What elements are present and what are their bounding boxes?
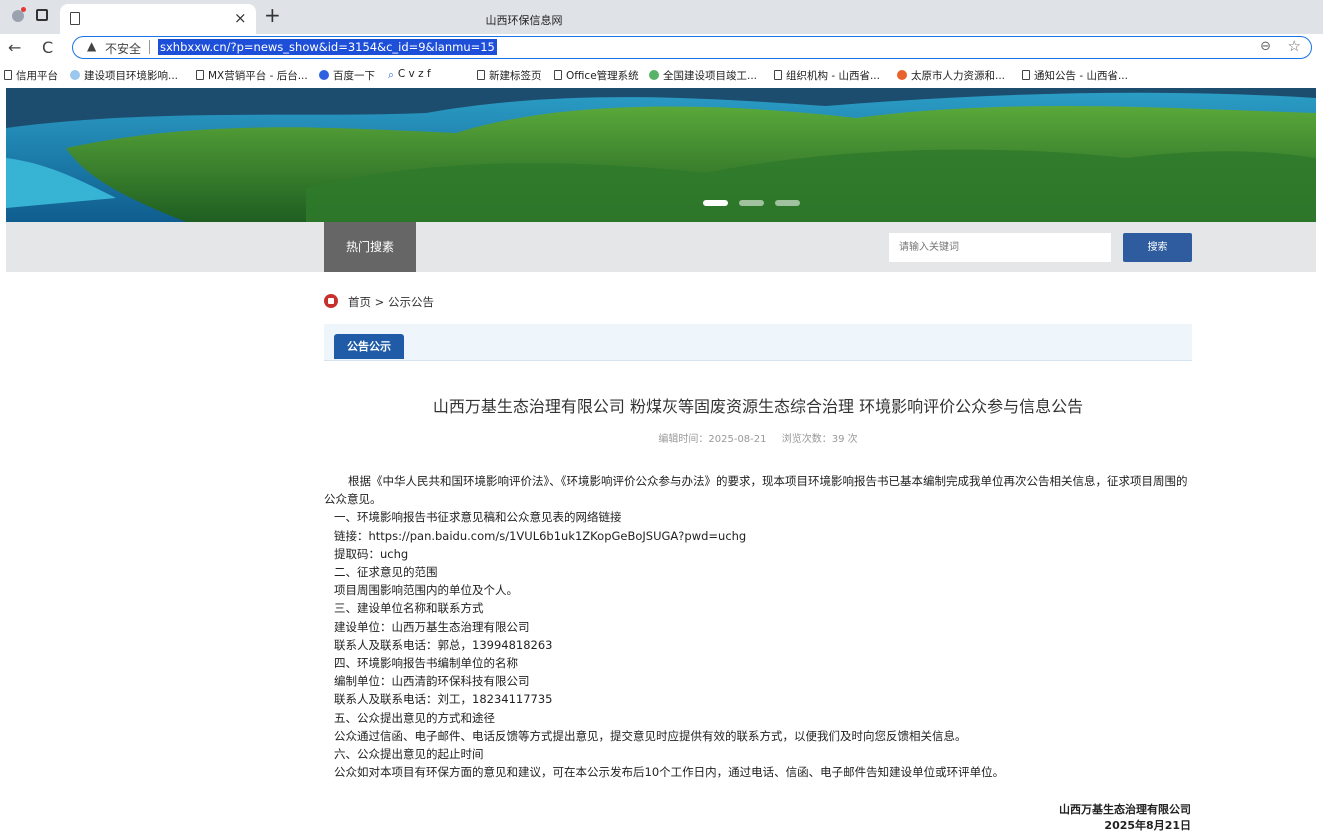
bookmark-item[interactable]: 新建标签页 <box>477 68 542 83</box>
globe-icon <box>649 70 659 80</box>
new-tab-button[interactable]: + <box>264 3 281 27</box>
home-icon[interactable] <box>324 294 338 308</box>
article-line: 联系人及联系电话：郭总，13994818263 <box>334 637 553 652</box>
bookmark-item[interactable]: 组织机构 - 山西省... <box>774 68 880 83</box>
zoom-icon[interactable]: ⊖ <box>1260 39 1271 54</box>
page-icon <box>1022 70 1030 80</box>
bookmark-item[interactable]: Office管理系统 <box>554 68 639 83</box>
carousel-dot[interactable] <box>775 200 800 206</box>
article-line: 六、公众提出意见的起止时间 <box>334 747 484 762</box>
emblem-icon <box>897 70 907 80</box>
article-link-line[interactable]: 链接：https://pan.baidu.com/s/1VUL6b1uk1ZKo… <box>324 527 1194 545</box>
search-button[interactable]: 搜索 <box>1123 233 1192 262</box>
signature-company: 山西万基生态治理有限公司 <box>1059 803 1191 816</box>
breadcrumb-current[interactable]: 公示公告 <box>388 295 434 309</box>
bookmark-item[interactable]: 建设项目环境影响... <box>70 68 178 83</box>
article-line: 五、公众提出意见的方式和途径 <box>334 710 495 725</box>
notification-dot <box>21 7 26 12</box>
article-line: 二、征求意见的范围 <box>334 565 438 580</box>
article-title: 山西万基生态治理有限公司 粉煤灰等固废资源生态综合治理 环境影响评价公众参与信息… <box>432 397 1084 416</box>
warning-icon[interactable]: ▲ <box>87 39 96 53</box>
page-icon <box>4 70 12 80</box>
security-label[interactable]: 不安全 <box>105 40 141 57</box>
bookmark-item[interactable]: 太原市人力资源和... <box>897 68 1005 83</box>
signature-date: 2025年8月21日 <box>1104 819 1191 832</box>
page-icon <box>196 70 204 80</box>
address-row: ← C ▲ 不安全 sxhbxxw.cn/?p=news_show&id=315… <box>0 34 1323 62</box>
browser-tab-active[interactable]: 山西环保信息网 × <box>60 4 563 34</box>
section-header: 公告公示 <box>324 324 1192 361</box>
view-count: 浏览次数：39 次 <box>781 434 858 445</box>
bookmark-item[interactable]: ⌕ C v z f <box>388 68 431 81</box>
page-icon <box>774 70 782 80</box>
bookmark-item[interactable]: 通知公告 - 山西省... <box>1022 68 1128 83</box>
edit-time: 编辑时间：2025-08-21 <box>658 434 767 445</box>
article-line: 一、环境影响报告书征求意见稿和公众意见表的网络链接 <box>334 510 622 525</box>
new-tab-icon <box>477 70 485 80</box>
address-separator <box>149 40 150 54</box>
article-body: 根据《中华人民共和国环境影响评价法》、《环境影响评价公众参与办法》的要求，现本项… <box>324 472 1194 781</box>
browser-tab-strip: 山西环保信息网 × + <box>0 0 1323 34</box>
banner-landscape-image <box>6 88 1316 222</box>
article-line: 公众如对本项目有环保方面的意见和建议，可在本公示发布后10个工作日内，通过电话、… <box>334 765 1005 780</box>
bookmark-item[interactable]: 全国建设项目竣工... <box>649 68 757 83</box>
favorite-star-icon[interactable]: ☆ <box>1288 37 1301 55</box>
back-button[interactable]: ← <box>8 38 21 57</box>
breadcrumb-home[interactable]: 首页 <box>348 295 371 309</box>
article-line: 项目周围影响范围内的单位及个人。 <box>334 583 518 598</box>
hot-search-label[interactable]: 热门搜素 <box>324 222 416 272</box>
breadcrumb: 首页 > 公示公告 <box>324 294 434 310</box>
section-tab[interactable]: 公告公示 <box>334 334 404 359</box>
article-line: 联系人及联系电话：刘工，18234117735 <box>334 692 553 707</box>
carousel-dot[interactable] <box>739 200 764 206</box>
hero-banner <box>6 88 1316 222</box>
article-line: 公众通过信函、电子邮件、电话反馈等方式提出意见，提交意见时应提供有效的联系方式，… <box>334 728 967 743</box>
page-icon <box>554 70 562 80</box>
article-line: 三、建设单位名称和联系方式 <box>334 601 484 616</box>
address-bar[interactable]: ▲ 不安全 sxhbxxw.cn/?p=news_show&id=3154&c_… <box>72 36 1312 59</box>
search-icon: ⌕ <box>388 69 394 81</box>
carousel-dot-active[interactable] <box>703 200 728 206</box>
bookmarks-bar: 信用平台 建设项目环境影响... MX营销平台 - 后台... 百度一下 ⌕ C … <box>0 62 1323 88</box>
article-line: 提取码：uchg <box>334 546 409 561</box>
tab-actions-icon[interactable] <box>36 9 48 21</box>
search-strip: 热门搜素 搜索 <box>6 222 1316 272</box>
article-line: 建设单位：山西万基生态治理有限公司 <box>334 619 530 634</box>
article-line: 编制单位：山西清韵环保科技有限公司 <box>334 674 530 689</box>
article-line: 四、环境影响报告书编制单位的名称 <box>334 656 518 671</box>
globe-icon <box>70 70 80 80</box>
article-intro: 根据《中华人民共和国环境影响评价法》、《环境影响评价公众参与办法》的要求，现本项… <box>324 474 1188 507</box>
tab-title: 山西环保信息网 <box>485 14 563 27</box>
signature-block: 山西万基生态治理有限公司 2025年8月21日 <box>1059 802 1191 834</box>
baidu-icon <box>319 70 329 80</box>
bookmark-item[interactable]: MX营销平台 - 后台... <box>196 68 308 83</box>
article-meta: 编辑时间：2025-08-21 浏览次数：39 次 <box>324 430 1192 445</box>
bookmark-item[interactable]: 信用平台 <box>4 68 58 83</box>
tab-close-button[interactable]: × <box>234 9 247 27</box>
reload-button[interactable]: C <box>42 38 53 57</box>
page-icon <box>70 12 80 25</box>
breadcrumb-separator: > <box>374 295 385 309</box>
search-input[interactable] <box>889 233 1111 262</box>
bookmark-item[interactable]: 百度一下 <box>319 68 375 83</box>
url-text[interactable]: sxhbxxw.cn/?p=news_show&id=3154&c_id=9&l… <box>158 39 497 55</box>
